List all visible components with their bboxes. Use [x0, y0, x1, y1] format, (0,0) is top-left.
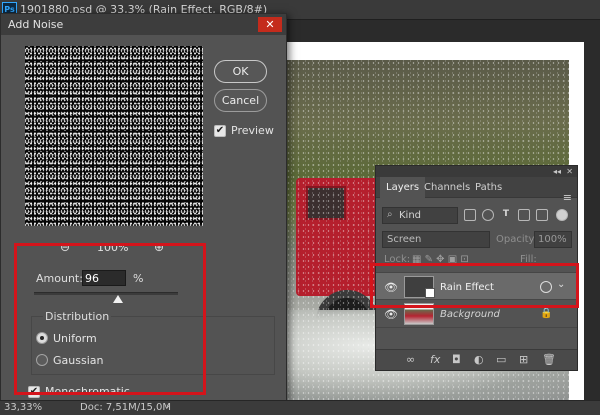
filter-kind-label: Kind	[399, 210, 422, 221]
layer-filter-select[interactable]: ⌕ Kind	[382, 207, 458, 224]
ok-button[interactable]: OK	[214, 60, 267, 83]
mask-icon[interactable]: ◘	[452, 353, 461, 366]
layer-name[interactable]: Background	[440, 309, 500, 320]
panel-tabs: Layers Channels Paths ≡	[376, 177, 577, 204]
lock-icon: 🔒	[540, 308, 553, 319]
panel-footer: ∞ fx ◘ ◐ ▭ ⊞ 🗑	[376, 349, 577, 370]
adjustment-filter-icon[interactable]	[482, 209, 494, 221]
cancel-button[interactable]: Cancel	[214, 89, 267, 112]
filter-icons: T	[464, 209, 574, 223]
fx-icon[interactable]: fx	[430, 353, 440, 366]
preview-checkbox[interactable]: ✔	[214, 125, 226, 137]
preview-label: Preview	[231, 124, 274, 137]
panel-header[interactable]: ◂◂ ✕	[376, 166, 577, 177]
close-panel-icon[interactable]: ✕	[566, 166, 573, 177]
search-icon: ⌕	[387, 209, 393, 220]
eye-icon[interactable]: 👁	[384, 308, 398, 321]
noise-preview[interactable]	[25, 46, 203, 226]
chevron-right-icon[interactable]: ›	[166, 402, 170, 412]
adjustment-layer-icon[interactable]: ◐	[474, 353, 484, 366]
new-layer-icon[interactable]: ⊞	[519, 353, 528, 366]
tab-channels[interactable]: Channels	[418, 177, 476, 198]
smart-object-filter-icon[interactable]	[536, 209, 548, 221]
collapse-panel-icon[interactable]: ◂◂	[553, 166, 561, 177]
opacity-label: Opacity:	[496, 234, 538, 245]
pixel-filter-icon[interactable]	[464, 209, 476, 221]
trash-icon[interactable]: 🗑	[542, 353, 556, 366]
blend-mode-select[interactable]: Screen	[382, 231, 490, 248]
dialog-title-bar[interactable]: Add Noise ✕	[1, 14, 286, 35]
tab-paths[interactable]: Paths	[469, 177, 508, 198]
link-layers-icon[interactable]: ∞	[406, 353, 415, 366]
close-icon[interactable]: ✕	[258, 17, 282, 32]
filter-toggle-icon[interactable]	[556, 209, 568, 221]
status-bar: 33,33% Doc: 7,51M/15,0M ›	[0, 400, 600, 415]
shape-filter-icon[interactable]	[518, 209, 530, 221]
status-doc-size: Doc: 7,51M/15,0M	[80, 402, 172, 413]
dialog-title: Add Noise	[8, 18, 64, 31]
photoshop-window: Ps 1901880.psd @ 33,3% (Rain Effect, RGB…	[0, 0, 600, 415]
status-zoom[interactable]: 33,33%	[4, 402, 42, 413]
opacity-input[interactable]: 100%	[534, 231, 572, 248]
type-filter-icon[interactable]: T	[500, 209, 512, 221]
panel-menu-icon[interactable]: ≡	[563, 191, 572, 204]
group-folder-icon[interactable]: ▭	[496, 353, 506, 366]
highlight-box-rain-layer	[370, 263, 579, 308]
highlight-box-noise-settings	[14, 243, 206, 395]
preview-noise-pattern	[25, 46, 203, 226]
